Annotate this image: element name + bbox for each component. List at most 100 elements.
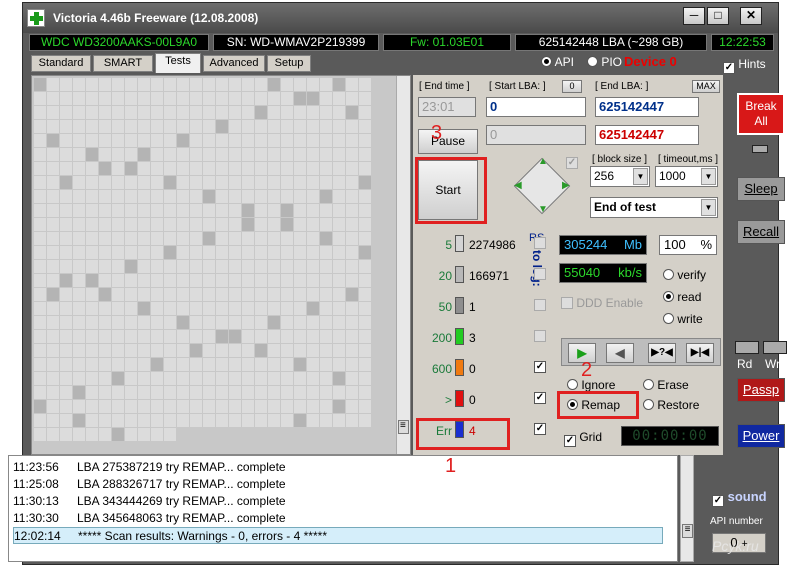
break-all-button[interactable]: Break All <box>737 93 785 135</box>
mb-value: 305244 <box>564 237 608 252</box>
passp-button[interactable]: Passp <box>737 378 785 402</box>
minimize-button[interactable]: ─ <box>683 7 705 25</box>
grid-cell <box>99 414 111 427</box>
direction-pad[interactable]: ▲ ▼ ◀ ▶ <box>511 155 573 217</box>
api-radio-dot[interactable] <box>541 56 552 67</box>
chevron-down-icon[interactable]: ▼ <box>633 168 648 185</box>
grid-cell <box>359 288 371 301</box>
erase-radio[interactable]: Erase <box>643 378 689 392</box>
sleep-button[interactable]: Sleep <box>737 177 785 201</box>
grid-cell <box>60 176 72 189</box>
log-checkbox[interactable]: ✓ <box>534 423 546 435</box>
hints-check-icon[interactable]: ✓ <box>723 62 735 74</box>
tab-tests[interactable]: Tests <box>155 53 201 73</box>
drive-firmware: Fw: 01.03E01 <box>383 34 511 51</box>
restore-button[interactable]: □ <box>707 7 729 25</box>
log-checkbox[interactable]: ✓ <box>534 361 546 373</box>
arrow-left-icon[interactable]: ◀ <box>514 180 522 191</box>
grid-checkbox[interactable]: ✓ Grid <box>564 430 602 447</box>
log-checkbox[interactable] <box>534 330 546 342</box>
pause-button[interactable]: Pause <box>418 129 478 154</box>
close-button[interactable]: ✕ <box>740 7 762 25</box>
grid-cell <box>359 358 371 371</box>
grid-cell <box>47 260 59 273</box>
end-of-test-select[interactable]: End of test ▼ <box>590 197 718 218</box>
recall-button[interactable]: Recall <box>737 220 785 244</box>
tab-setup[interactable]: Setup <box>267 55 311 72</box>
grid-cell <box>281 204 293 217</box>
count-row: 200 3 <box>413 328 546 348</box>
arrow-down-icon[interactable]: ▼ <box>538 204 548 215</box>
arrow-up-icon[interactable]: ▲ <box>538 156 548 167</box>
grid-check-icon[interactable]: ✓ <box>564 435 576 447</box>
erase-radio-dot[interactable] <box>643 379 654 390</box>
verify-radio-dot[interactable] <box>663 269 674 280</box>
grid-cell <box>34 232 46 245</box>
start-lba-zero-button[interactable]: 0 <box>562 80 582 93</box>
end-lba-max-button[interactable]: MAX <box>692 80 720 93</box>
grid-cell <box>47 400 59 413</box>
grid-cell <box>138 288 150 301</box>
grid-cell <box>164 176 176 189</box>
scroll-thumb[interactable]: ≡ <box>682 524 693 538</box>
write-radio-dot[interactable] <box>663 313 674 324</box>
end-lba-input[interactable]: 625142447 <box>595 97 699 117</box>
read-radio[interactable]: read <box>663 290 701 304</box>
log-checkbox[interactable]: ✓ <box>534 392 546 404</box>
tab-advanced[interactable]: Advanced <box>203 55 265 72</box>
chevron-down-icon[interactable]: ▼ <box>701 199 716 216</box>
hints-checkbox[interactable]: ✓ Hints <box>723 57 766 74</box>
block-map-scrollbar[interactable] <box>396 76 410 454</box>
sound-check-icon[interactable]: ✓ <box>712 495 724 507</box>
grid-cell <box>346 386 358 399</box>
restore-radio-dot[interactable] <box>643 399 654 410</box>
log-checkbox[interactable] <box>534 299 546 311</box>
scroll-thumb[interactable] <box>398 420 409 434</box>
sound-checkbox[interactable]: ✓ sound <box>712 489 767 507</box>
log-scrollbar[interactable]: ≡ <box>680 455 694 562</box>
dpad-checkbox[interactable]: ✓ <box>566 157 578 169</box>
rewind-icon[interactable]: ◀ <box>606 343 634 363</box>
grid-cell <box>255 260 267 273</box>
tab-standard[interactable]: Standard <box>31 55 91 72</box>
grid-cell <box>281 162 293 175</box>
start-lba-input[interactable]: 0 <box>486 97 586 117</box>
pio-radio-dot[interactable] <box>587 56 598 67</box>
grid-cell <box>86 106 98 119</box>
api-radio[interactable]: API <box>541 55 574 69</box>
grid-cell <box>73 344 85 357</box>
grid-cell <box>294 204 306 217</box>
grid-cell <box>359 316 371 329</box>
grid-cell <box>125 358 137 371</box>
grid-cell <box>359 260 371 273</box>
count-label: > <box>444 393 452 407</box>
grid-cell <box>60 162 72 175</box>
window-title: Victoria 4.46b Freeware (12.08.2008) <box>53 11 259 25</box>
timeout-select[interactable]: 1000 ▼ <box>655 166 718 187</box>
grid-cell <box>333 386 345 399</box>
grid-cell <box>346 260 358 273</box>
tab-smart[interactable]: SMART <box>93 55 153 72</box>
restore-radio[interactable]: Restore <box>643 398 699 412</box>
power-button[interactable]: Power <box>737 424 785 448</box>
grid-cell <box>34 316 46 329</box>
verify-radio[interactable]: verify <box>663 268 706 282</box>
pio-radio[interactable]: PIO <box>587 55 622 69</box>
block-size-select[interactable]: 256 ▼ <box>590 166 650 187</box>
skip-end-icon[interactable]: ▶|◀ <box>686 343 714 363</box>
read-radio-dot[interactable] <box>663 291 674 302</box>
write-radio[interactable]: write <box>663 312 703 326</box>
ignore-radio-dot[interactable] <box>567 379 578 390</box>
log-checkbox[interactable] <box>534 268 546 280</box>
arrow-right-icon[interactable]: ▶ <box>562 180 570 191</box>
chevron-down-icon[interactable]: ▼ <box>701 168 716 185</box>
ddd-checkbox[interactable] <box>561 297 573 309</box>
log-checkbox[interactable] <box>534 237 546 249</box>
ddd-enable[interactable]: DDD Enable <box>561 296 643 310</box>
grid-cell <box>164 134 176 147</box>
end-time-input[interactable]: 23:01 <box>418 97 476 117</box>
grid-cell <box>346 148 358 161</box>
grid-cell <box>294 330 306 343</box>
jump-unknown-icon[interactable]: ▶?◀ <box>648 343 676 363</box>
grid-cell <box>307 246 319 259</box>
